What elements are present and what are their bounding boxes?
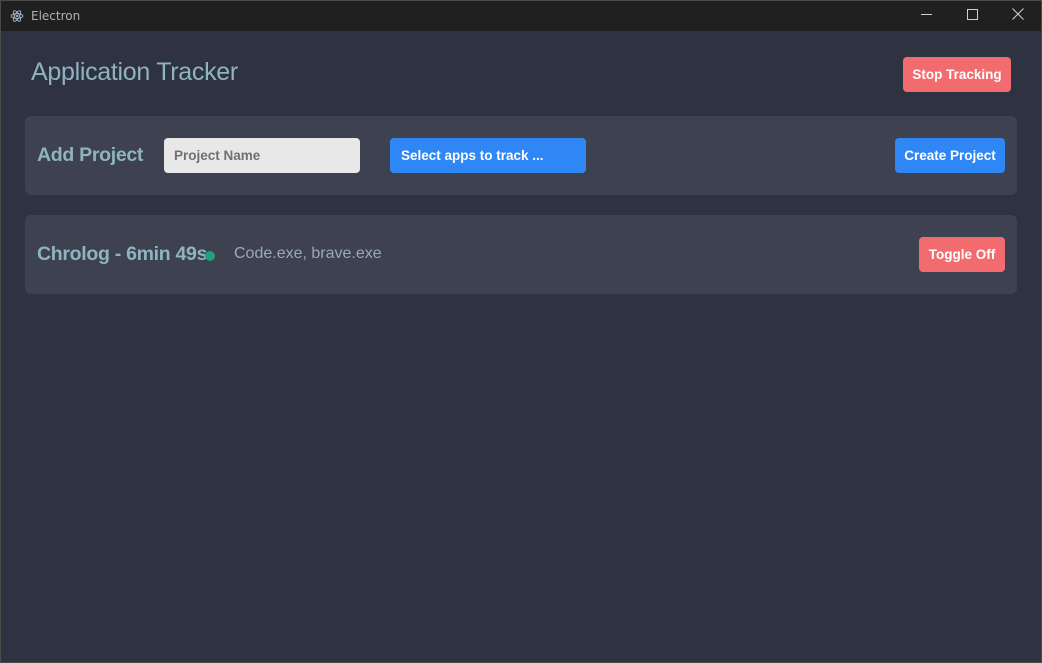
close-icon [1012, 7, 1024, 25]
active-status-dot [205, 251, 215, 261]
main-content: Application Tracker Stop Tracking Add Pr… [1, 31, 1041, 662]
toggle-off-button[interactable]: Toggle Off [919, 237, 1005, 272]
minimize-icon [920, 7, 932, 25]
project-name-label: Chrolog - 6min 49s [37, 243, 208, 265]
project-card: Chrolog - 6min 49s Code.exe, brave.exe T… [25, 215, 1017, 294]
select-apps-button[interactable]: Select apps to track ... [390, 138, 586, 173]
window-controls [903, 1, 1041, 31]
maximize-button[interactable] [949, 1, 995, 31]
maximize-icon [966, 7, 978, 25]
add-project-panel: Add Project Select apps to track ... Cre… [25, 116, 1017, 195]
page-title: Application Tracker [31, 58, 238, 86]
minimize-button[interactable] [903, 1, 949, 31]
stop-tracking-button[interactable]: Stop Tracking [903, 57, 1011, 92]
project-apps-list: Code.exe, brave.exe [234, 245, 382, 262]
add-project-heading: Add Project [37, 144, 144, 166]
title-bar[interactable]: Electron [1, 1, 1041, 31]
window-title: Electron [31, 9, 81, 23]
close-button[interactable] [995, 1, 1041, 31]
app-window: Electron Application Tracker Stop Tracki… [0, 0, 1042, 663]
project-name-input[interactable] [164, 138, 360, 173]
electron-logo-icon [10, 9, 24, 23]
create-project-button[interactable]: Create Project [895, 138, 1005, 173]
